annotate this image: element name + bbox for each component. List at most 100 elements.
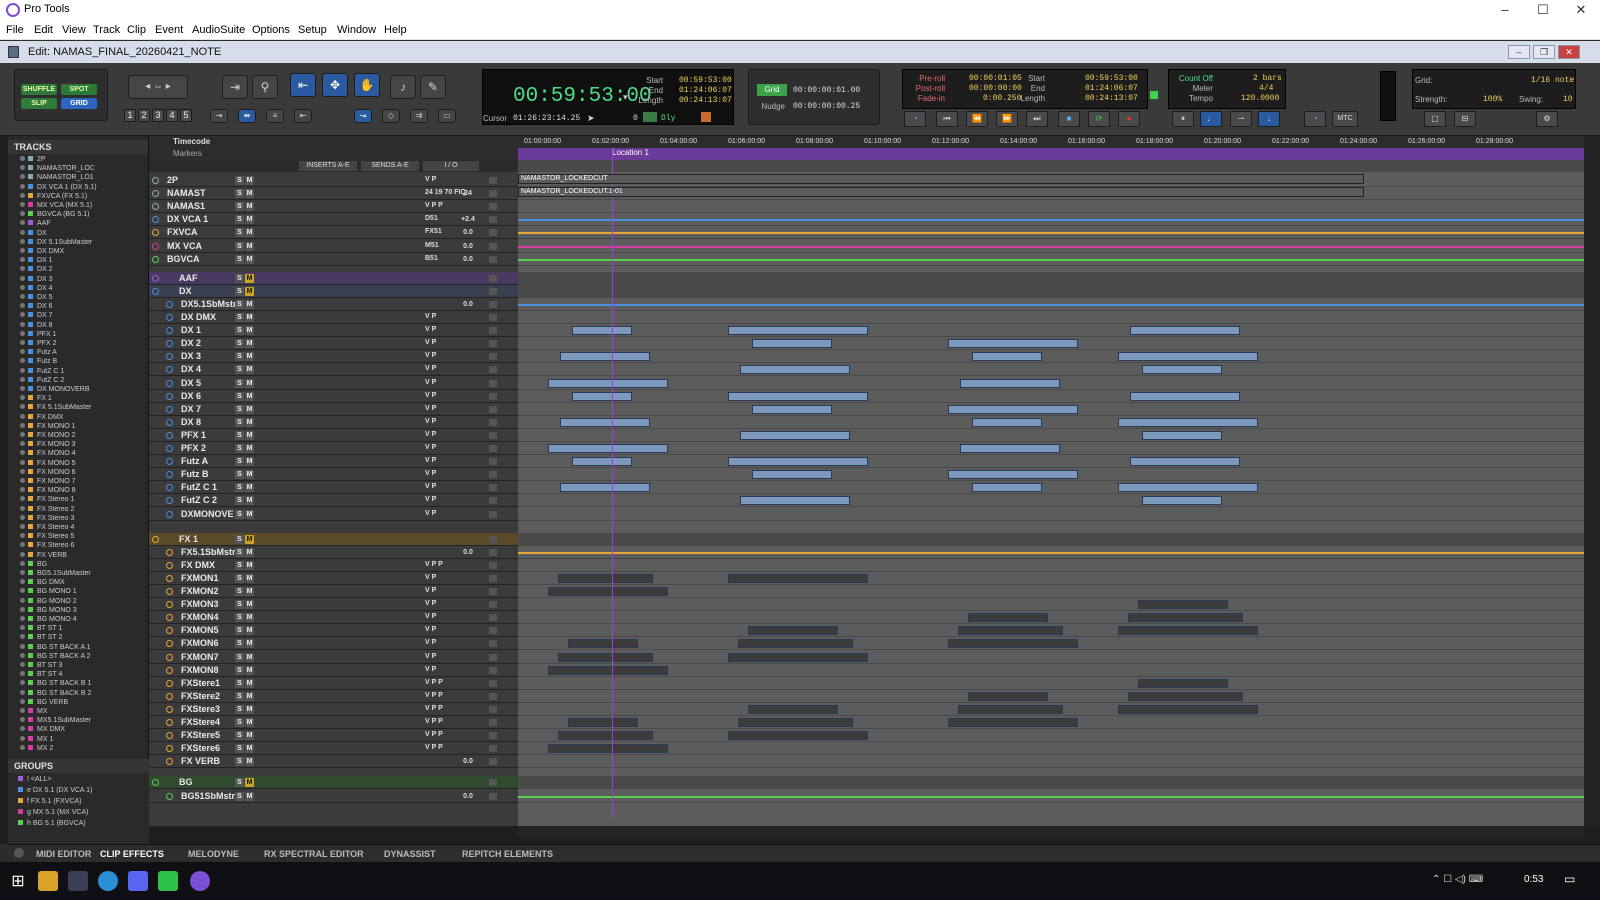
zoom-toggle-icon[interactable]: ⊟	[1454, 111, 1476, 127]
tracks-list-item[interactable]: FX 5.1SubMaster	[20, 404, 91, 411]
mute-button[interactable]: M	[245, 286, 254, 296]
track-row[interactable]: DX 6 SM V P	[149, 389, 518, 403]
scroll-icon[interactable]: ⇉	[410, 109, 428, 123]
scrubber-tool-icon[interactable]: ♪	[390, 75, 416, 99]
rewind-icon[interactable]: ⏪	[966, 111, 988, 127]
tracks-list-item[interactable]: FX Stereo 5	[20, 533, 74, 540]
solo-button[interactable]: S	[235, 496, 244, 506]
audio-clip[interactable]	[548, 587, 668, 596]
track-type-icon[interactable]	[152, 274, 159, 282]
menu-edit[interactable]: Edit	[34, 24, 53, 36]
tracks-list-item[interactable]: FutZ C 2	[20, 376, 64, 384]
vertical-scrollbar[interactable]	[1584, 136, 1600, 826]
menu-window[interactable]: Window	[337, 24, 376, 36]
track-row[interactable]: NAMAST S M 24 19 70 FIQ 24	[149, 187, 518, 201]
tab-dynassist[interactable]: DYNASSIST	[384, 849, 436, 859]
track-type-icon[interactable]	[152, 229, 159, 237]
tracks-list-item[interactable]: DX 5	[20, 294, 53, 301]
track-name[interactable]: DX 6	[181, 391, 201, 401]
track-options-icon[interactable]	[489, 679, 497, 687]
audio-clip[interactable]	[948, 470, 1078, 480]
inserts-column-header[interactable]: INSERTS A-E	[299, 161, 357, 171]
solo-button[interactable]: S	[235, 215, 244, 225]
track-type-icon[interactable]	[152, 190, 159, 198]
track-type-icon[interactable]	[166, 745, 173, 753]
track-type-icon[interactable]	[152, 535, 159, 543]
track-options-icon[interactable]	[489, 177, 497, 184]
postroll-label[interactable]: Post-roll	[903, 84, 945, 93]
track-row[interactable]: FXVCA S M FX51 0.0	[149, 226, 518, 240]
track-options-icon[interactable]	[489, 653, 497, 661]
solo-button[interactable]: S	[235, 457, 244, 467]
show-hide-icon[interactable]	[20, 616, 25, 621]
track-lane[interactable]	[518, 389, 1584, 403]
io-output[interactable]: V P P	[425, 202, 443, 209]
tracks-list-item[interactable]: Futz A	[20, 349, 57, 356]
automation-line[interactable]	[518, 551, 1584, 554]
audio-clip[interactable]	[948, 639, 1078, 649]
track-row[interactable]: FXMON4 S M V P	[149, 611, 518, 625]
zoomer-tool-icon[interactable]: ⇥	[222, 75, 248, 99]
solo-button[interactable]: S	[235, 626, 244, 636]
track-type-icon[interactable]	[152, 287, 159, 295]
io-output[interactable]: V P	[425, 496, 436, 503]
track-options-icon[interactable]	[489, 535, 497, 543]
track-options-icon[interactable]	[489, 745, 497, 753]
track-name[interactable]: PFX 1	[181, 430, 206, 440]
tab-repitch-elements[interactable]: REPITCH ELEMENTS	[462, 849, 553, 859]
mute-button[interactable]: M	[245, 587, 254, 596]
track-options-icon[interactable]	[489, 327, 497, 335]
show-hide-icon[interactable]	[20, 165, 25, 171]
notifications-icon[interactable]: ▭	[1564, 872, 1575, 886]
show-hide-icon[interactable]	[20, 570, 25, 575]
group-list-item[interactable]: g MX 5.1 (MX VCA)	[18, 809, 88, 816]
track-row[interactable]: FX DMX S M V P P	[149, 558, 518, 572]
stop-icon[interactable]: ■	[1058, 111, 1080, 127]
show-hide-icon[interactable]	[20, 643, 25, 649]
track-options-icon[interactable]	[489, 792, 497, 800]
track-name[interactable]: FXMON4	[181, 612, 219, 622]
show-hide-icon[interactable]	[20, 386, 25, 391]
edit-restore-icon[interactable]: ❐	[1533, 45, 1555, 59]
track-name[interactable]: FXMON1	[181, 573, 219, 583]
mute-button[interactable]: M	[245, 365, 254, 375]
track-options-icon[interactable]	[489, 203, 497, 211]
trim-tool-icon[interactable]: ⇤	[290, 73, 316, 97]
track-row[interactable]: DXMONOVE S M V P	[149, 507, 518, 521]
show-hide-icon[interactable]	[20, 708, 25, 713]
io-output[interactable]: V P	[425, 405, 436, 412]
track-options-icon[interactable]	[489, 353, 497, 361]
edit-minimize-icon[interactable]: –	[1508, 45, 1530, 59]
track-name[interactable]: FXStere5	[181, 730, 220, 740]
track-options-icon[interactable]	[489, 666, 497, 674]
automation-follows-icon[interactable]: ◇	[382, 109, 400, 123]
timecode-ruler[interactable]: 01:00:00:00 01:02:00:00 01:04:00:00 01:06:0…	[518, 136, 1584, 148]
show-hide-icon[interactable]	[20, 266, 25, 272]
tracks-list-item[interactable]: BG MONO 1	[20, 588, 77, 595]
show-hide-icon[interactable]	[20, 634, 25, 640]
track-options-icon[interactable]	[489, 588, 497, 595]
track-lane[interactable]	[518, 611, 1584, 625]
tracks-list-item[interactable]: BGVCA (BG 5.1)	[20, 211, 90, 218]
audio-clip[interactable]	[1128, 613, 1243, 623]
tracks-list-item[interactable]: BT ST 2	[20, 634, 62, 641]
track-name[interactable]: 2P	[167, 175, 178, 185]
track-type-icon[interactable]	[166, 601, 173, 609]
audio-clip[interactable]	[548, 665, 668, 675]
track-lane[interactable]	[518, 776, 1584, 790]
tracks-list-item[interactable]: DX 8	[20, 321, 53, 329]
show-hide-icon[interactable]	[20, 294, 25, 299]
track-row[interactable]: DX 3 SM V P	[149, 350, 518, 364]
audio-clip[interactable]	[948, 339, 1078, 349]
link-timeline-icon[interactable]: ⇹	[238, 109, 256, 123]
mute-button[interactable]: M	[245, 496, 254, 506]
show-hide-icon[interactable]	[20, 671, 25, 677]
solo-button[interactable]: S	[235, 744, 244, 754]
track-row[interactable]: DX 4 SM V P	[149, 363, 518, 377]
io-output[interactable]: FX51	[425, 228, 442, 235]
audio-clip[interactable]	[1118, 626, 1258, 636]
show-hide-icon[interactable]	[20, 367, 25, 373]
mute-button[interactable]: M	[245, 228, 254, 238]
solo-button[interactable]: S	[235, 470, 244, 480]
track-name[interactable]: NAMAST	[167, 188, 206, 198]
